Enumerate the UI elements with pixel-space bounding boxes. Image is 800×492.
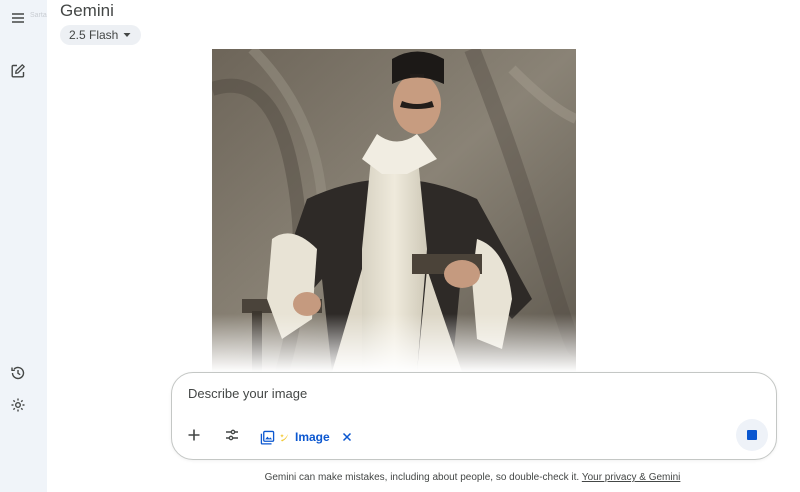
new-chat-button[interactable] — [6, 61, 30, 85]
edit-square-icon — [10, 63, 26, 84]
image-library-icon — [260, 430, 275, 445]
prompt-box: Image — [171, 372, 777, 460]
menu-icon — [10, 10, 26, 31]
model-selector-label: 2.5 Flash — [69, 28, 119, 42]
portrait-image — [212, 49, 576, 372]
image-tool-label: Image — [295, 430, 330, 444]
tools-button[interactable] — [220, 425, 244, 449]
stop-icon — [747, 430, 757, 440]
close-icon[interactable] — [340, 430, 354, 444]
model-selector[interactable]: 2.5 Flash — [60, 25, 142, 45]
add-button[interactable] — [182, 425, 206, 449]
disclaimer-text: Gemini can make mistakes, including abou… — [264, 472, 580, 483]
stop-button[interactable] — [736, 419, 768, 451]
sliders-icon — [224, 427, 240, 448]
menu-button[interactable] — [6, 8, 30, 32]
disclaimer: Gemini can make mistakes, including abou… — [0, 472, 800, 483]
watermark-text: Sarta — [30, 12, 47, 19]
plus-icon — [186, 427, 202, 448]
history-icon — [10, 365, 26, 386]
settings-button[interactable] — [6, 395, 30, 419]
caret-down-icon — [123, 28, 131, 42]
prompt-input[interactable] — [188, 386, 688, 401]
app-title: Gemini — [60, 1, 114, 20]
generated-image[interactable] — [212, 49, 576, 372]
image-tool-chip[interactable]: Image — [260, 425, 354, 449]
gear-icon — [10, 397, 26, 418]
side-rail: Sarta — [0, 0, 47, 492]
activity-button[interactable] — [6, 363, 30, 387]
banana-sparkle-icon — [279, 431, 291, 443]
privacy-link[interactable]: Your privacy & Gemini — [582, 472, 681, 483]
